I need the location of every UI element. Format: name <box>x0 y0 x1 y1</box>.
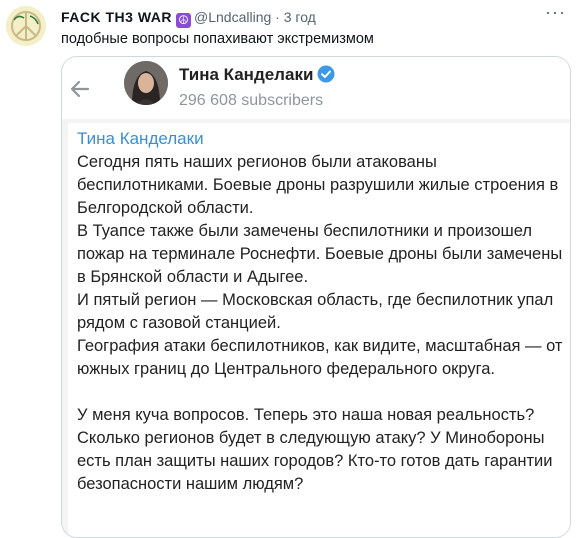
channel-name: Тина Канделаки <box>179 65 335 88</box>
message-paragraph: У меня куча вопросов. Теперь это наша но… <box>77 406 553 493</box>
channel-avatar[interactable] <box>124 61 168 105</box>
timestamp[interactable]: 3 год <box>284 9 316 25</box>
verified-badge-icon <box>317 65 335 88</box>
tweet-header: FACK TH3 WAR ☮ @Lndcalling · 3 год <box>61 8 316 28</box>
subscriber-count: 296 608 subscribers <box>179 92 324 109</box>
more-options-icon[interactable]: ··· <box>545 2 566 23</box>
author-name[interactable]: FACK TH3 WAR <box>61 9 172 25</box>
peace-icon: ☮ <box>176 13 191 28</box>
message-paragraph: География атаки беспилотников, как видит… <box>77 337 563 378</box>
peace-symbol-avatar-icon <box>6 6 46 46</box>
message-text: Сегодня пять наших регионов были атакова… <box>77 151 567 496</box>
message-paragraph: В Туапсе также были замечены беспилотник… <box>77 222 563 286</box>
channel-avatar-image <box>124 61 168 105</box>
message-bubble: Тина Канделаки Сегодня пять наших регион… <box>68 123 570 537</box>
separator: · <box>275 9 280 25</box>
channel-name-text: Тина Канделаки <box>179 65 314 84</box>
tweet-text: подобные вопросы попахивают экстремизмом <box>61 31 374 47</box>
back-arrow-icon[interactable] <box>68 77 92 106</box>
avatar[interactable] <box>6 6 46 46</box>
message-area: Тина Канделаки Сегодня пять наших регион… <box>62 119 570 537</box>
author-handle[interactable]: @Lndcalling <box>194 9 271 25</box>
telegram-header: Тина Канделаки 296 608 subscribers <box>62 57 570 119</box>
message-paragraph: Сегодня пять наших регионов были атакова… <box>77 153 559 217</box>
message-sender: Тина Канделаки <box>77 129 204 148</box>
embedded-image[interactable]: Тина Канделаки 296 608 subscribers Тина … <box>61 56 571 538</box>
message-paragraph: И пятый регион — Московская область, где… <box>77 291 554 332</box>
